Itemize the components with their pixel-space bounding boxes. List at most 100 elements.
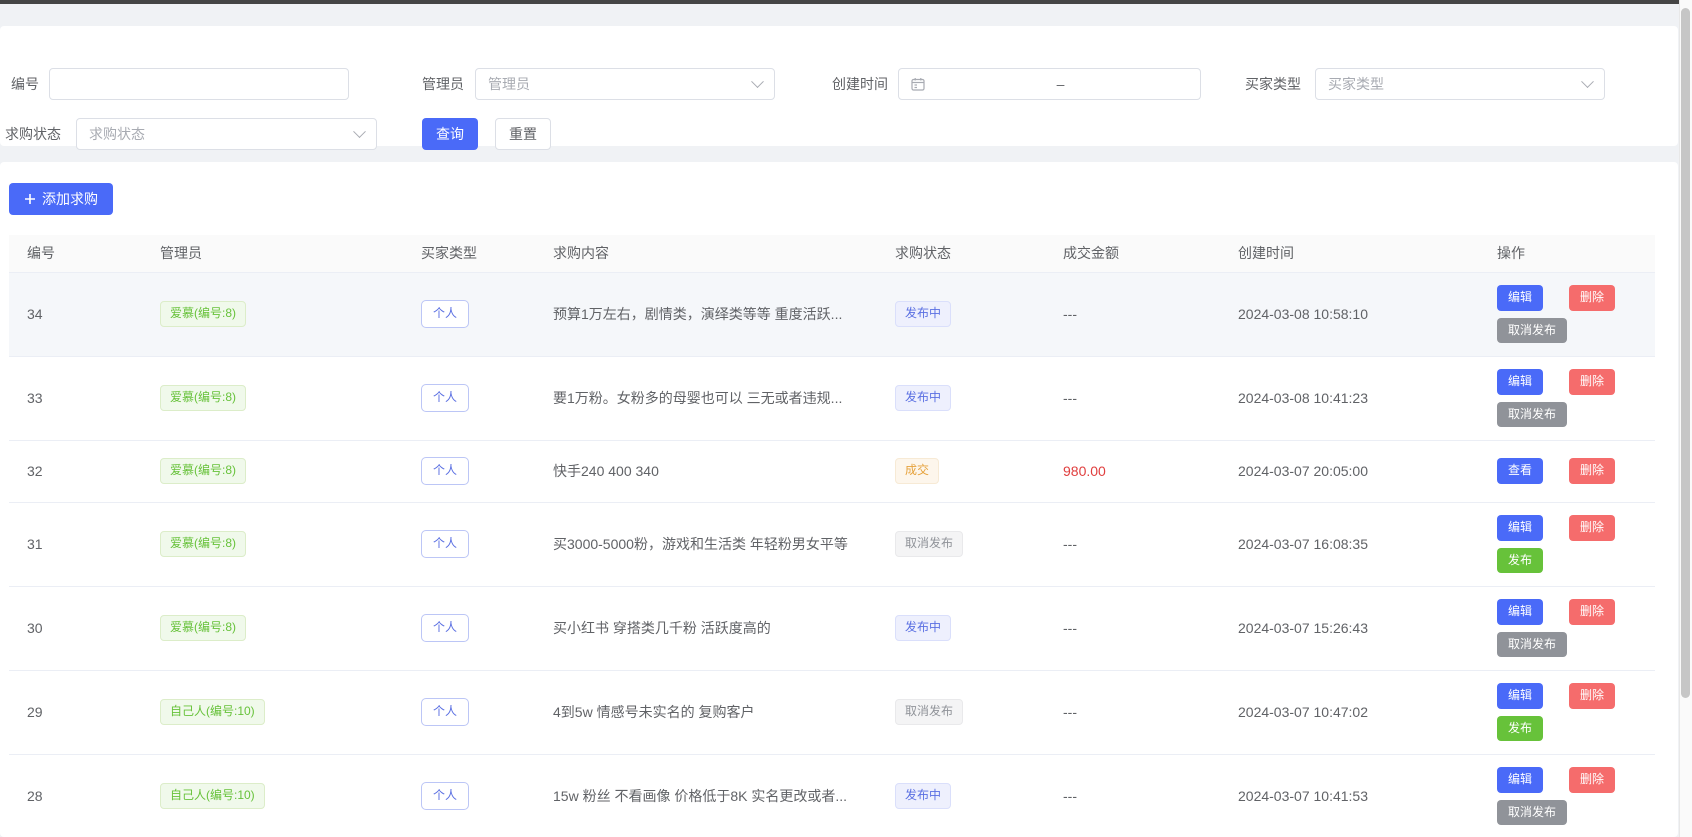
filter-created: 创建时间 (832, 68, 888, 100)
column-header: 买家类型 (403, 235, 535, 272)
action-button-danger[interactable]: 删除 (1569, 599, 1615, 624)
filter-admin: 管理员 (422, 68, 464, 100)
cell-status: 成交 (877, 440, 1045, 502)
status-select-placeholder: 求购状态 (89, 124, 145, 144)
buyer-type-tag: 个人 (421, 614, 469, 641)
table-row: 31爱慕(编号:8)个人买3000-5000粉，游戏和生活类 年轻粉男女平等取消… (9, 502, 1655, 586)
action-line: 发布 (1497, 716, 1645, 741)
status-select[interactable]: 求购状态 (76, 118, 377, 150)
cell-created-time: 2024-03-07 10:47:02 (1220, 670, 1479, 754)
admin-tag: 爱慕(编号:8) (160, 458, 246, 483)
cell-buyer-type: 个人 (403, 272, 535, 356)
cell-deal-amount: --- (1045, 670, 1220, 754)
buyer-type-select[interactable]: 买家类型 (1315, 68, 1605, 100)
column-header: 成交金额 (1045, 235, 1220, 272)
requests-table: 编号管理员买家类型求购内容求购状态成交金额创建时间操作 34爱慕(编号:8)个人… (9, 235, 1655, 837)
action-button-success[interactable]: 发布 (1497, 716, 1543, 741)
deal-amount-value: --- (1063, 306, 1077, 322)
cell-row-id: 31 (9, 502, 142, 586)
created-daterange-input[interactable]: – (898, 68, 1201, 100)
number-input[interactable] (49, 68, 349, 100)
cell-request-content: 预算1万左右，剧情类，演绎类等等 重度活跃... (535, 272, 877, 356)
cell-admin: 爱慕(编号:8) (142, 502, 403, 586)
filter-buyer-type: 买家类型 (1245, 68, 1301, 100)
action-button-danger[interactable]: 删除 (1569, 767, 1615, 792)
action-button-primary[interactable]: 编辑 (1497, 515, 1543, 540)
cell-created-time: 2024-03-07 10:41:53 (1220, 754, 1479, 837)
action-button-info[interactable]: 取消发布 (1497, 318, 1567, 343)
cell-buyer-type: 个人 (403, 670, 535, 754)
cell-admin: 爱慕(编号:8) (142, 586, 403, 670)
add-request-label: 添加求购 (42, 189, 98, 209)
status-tag: 发布中 (895, 615, 951, 640)
column-header: 创建时间 (1220, 235, 1479, 272)
vertical-scrollbar-track[interactable] (1679, 0, 1692, 837)
cell-created-time: 2024-03-08 10:41:23 (1220, 356, 1479, 440)
action-line: 取消发布 (1497, 632, 1645, 657)
action-line: 取消发布 (1497, 800, 1645, 825)
cell-request-content: 要1万粉。女粉多的母婴也可以 三无或者违规... (535, 356, 877, 440)
buyer-type-label: 买家类型 (1245, 74, 1301, 94)
cell-status: 发布中 (877, 586, 1045, 670)
action-button-danger[interactable]: 删除 (1569, 285, 1615, 310)
cell-actions: 编辑 删除取消发布 (1479, 586, 1655, 670)
cell-status: 取消发布 (877, 670, 1045, 754)
action-button-danger[interactable]: 删除 (1569, 515, 1615, 540)
action-button-info[interactable]: 取消发布 (1497, 402, 1567, 427)
vertical-scrollbar-thumb[interactable] (1681, 8, 1690, 698)
add-request-button[interactable]: 添加求购 (9, 183, 113, 215)
action-line: 编辑 删除 (1497, 515, 1645, 540)
action-button-primary[interactable]: 编辑 (1497, 767, 1543, 792)
action-line: 编辑 删除 (1497, 683, 1645, 708)
daterange-separator: – (933, 76, 1188, 92)
action-line: 取消发布 (1497, 402, 1645, 427)
action-button-success[interactable]: 发布 (1497, 548, 1543, 573)
column-header: 求购状态 (877, 235, 1045, 272)
buyer-type-tag: 个人 (421, 782, 469, 809)
cell-row-id: 30 (9, 586, 142, 670)
action-button-primary[interactable]: 编辑 (1497, 683, 1543, 708)
action-line: 编辑 删除 (1497, 599, 1645, 624)
action-button-danger[interactable]: 删除 (1569, 369, 1615, 394)
action-button-primary[interactable]: 编辑 (1497, 369, 1543, 394)
admin-tag: 自己人(编号:10) (160, 699, 265, 724)
action-button-danger[interactable]: 删除 (1569, 683, 1615, 708)
admin-tag: 爱慕(编号:8) (160, 301, 246, 326)
cell-status: 发布中 (877, 754, 1045, 837)
calendar-icon (911, 77, 925, 91)
action-button-info[interactable]: 取消发布 (1497, 800, 1567, 825)
cell-buyer-type: 个人 (403, 586, 535, 670)
deal-amount-value: --- (1063, 704, 1077, 720)
cell-status: 取消发布 (877, 502, 1045, 586)
action-button-danger[interactable]: 删除 (1569, 458, 1615, 483)
deal-amount-value: --- (1063, 390, 1077, 406)
cell-deal-amount: 980.00 (1045, 440, 1220, 502)
admin-label: 管理员 (422, 74, 464, 94)
deal-amount-value: --- (1063, 620, 1077, 636)
deal-amount-value: 980.00 (1063, 463, 1106, 479)
column-header: 管理员 (142, 235, 403, 272)
cell-request-content: 4到5w 情感号未实名的 复购客户 (535, 670, 877, 754)
cell-row-id: 32 (9, 440, 142, 502)
cell-request-content: 买3000-5000粉，游戏和生活类 年轻粉男女平等 (535, 502, 877, 586)
cell-request-content: 15w 粉丝 不看画像 价格低于8K 实名更改或者... (535, 754, 877, 837)
reset-button[interactable]: 重置 (495, 118, 551, 150)
cell-actions: 编辑 删除发布 (1479, 670, 1655, 754)
admin-tag: 爱慕(编号:8) (160, 615, 246, 640)
query-button[interactable]: 查询 (422, 118, 478, 150)
table-row: 28自己人(编号:10)个人15w 粉丝 不看画像 价格低于8K 实名更改或者.… (9, 754, 1655, 837)
cell-admin: 爱慕(编号:8) (142, 356, 403, 440)
requests-panel: 添加求购 编号管理员买家类型求购内容求购状态成交金额创建时间操作 34爱慕(编号… (0, 162, 1678, 837)
action-button-primary[interactable]: 编辑 (1497, 599, 1543, 624)
filter-status: 求购状态 (5, 118, 61, 150)
action-button-info[interactable]: 取消发布 (1497, 632, 1567, 657)
action-button-primary[interactable]: 编辑 (1497, 285, 1543, 310)
admin-tag: 爱慕(编号:8) (160, 385, 246, 410)
admin-tag: 爱慕(编号:8) (160, 531, 246, 556)
cell-deal-amount: --- (1045, 356, 1220, 440)
cell-request-content: 买小红书 穿搭类几千粉 活跃度高的 (535, 586, 877, 670)
action-button-primary[interactable]: 查看 (1497, 458, 1543, 483)
cell-deal-amount: --- (1045, 272, 1220, 356)
cell-created-time: 2024-03-07 15:26:43 (1220, 586, 1479, 670)
admin-select[interactable]: 管理员 (475, 68, 775, 100)
